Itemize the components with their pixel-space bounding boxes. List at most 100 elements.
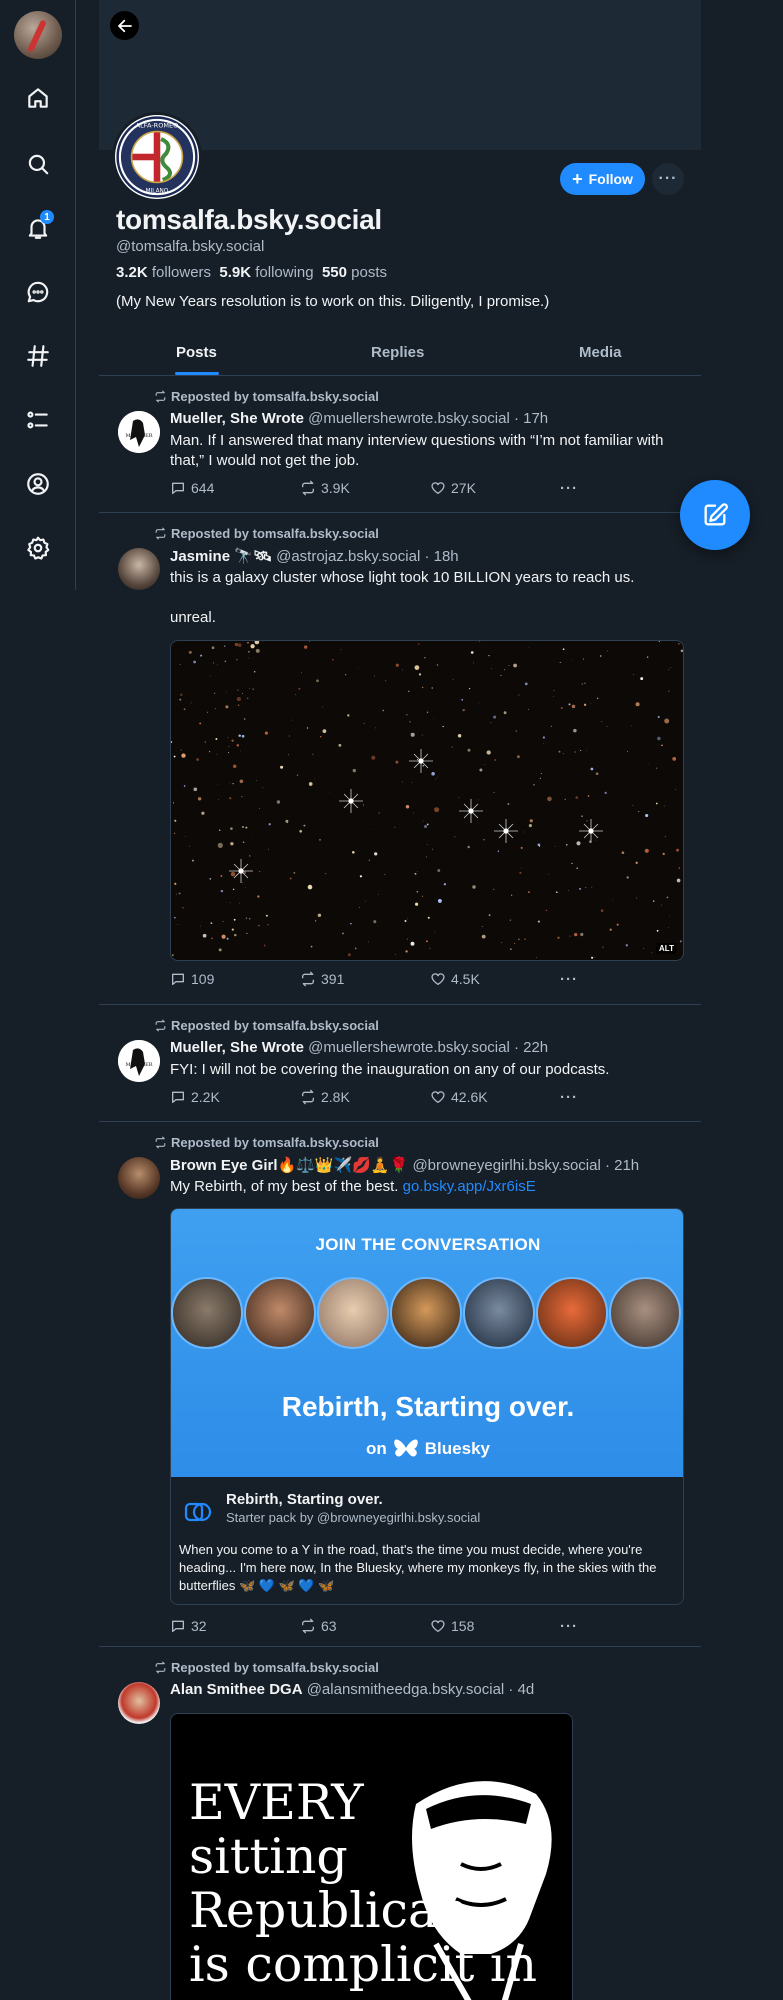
post-more-button[interactable]: ··· xyxy=(560,1618,578,1635)
feed-post[interactable]: Reposted by tomsalfa.bsky.social Brown E… xyxy=(99,1122,701,1647)
posts-stat: 550 posts xyxy=(321,264,388,281)
profile-more-button[interactable]: ··· xyxy=(652,163,684,195)
repost-icon xyxy=(155,1019,166,1032)
repost-indicator[interactable]: Reposted by tomsalfa.bsky.social xyxy=(154,1660,379,1675)
tab-media[interactable]: Media xyxy=(579,344,622,361)
member-avatar xyxy=(536,1277,608,1349)
post-more-button[interactable]: ··· xyxy=(560,971,578,988)
like-button[interactable]: 4.5K xyxy=(430,971,480,987)
author-avatar[interactable] xyxy=(118,1682,160,1724)
like-button[interactable]: 158 xyxy=(430,1618,474,1634)
author-avatar[interactable]: MUELLER xyxy=(118,1040,160,1082)
post-image-political-poster[interactable]: EVERY sitting Republican is complicit in xyxy=(170,1713,573,2000)
home-icon[interactable] xyxy=(20,80,56,116)
like-button[interactable]: 27K xyxy=(430,480,476,496)
repost-indicator[interactable]: Reposted by tomsalfa.bsky.social xyxy=(154,1018,379,1033)
profile-display-name: tomsalfa.bsky.social xyxy=(116,204,382,235)
feeds-hashtag-icon[interactable] xyxy=(20,338,56,374)
post-text: My Rebirth, of my best of the best. go.b… xyxy=(170,1178,536,1195)
post-author[interactable]: Mueller, She Wrote @muellershewrote.bsky… xyxy=(170,410,548,427)
member-avatar xyxy=(463,1277,535,1349)
following-stat[interactable]: 5.9K following xyxy=(219,264,313,281)
like-button[interactable]: 42.6K xyxy=(430,1089,488,1105)
settings-gear-icon[interactable] xyxy=(20,530,56,566)
profile-tabs: Posts Replies Media xyxy=(99,332,701,376)
follow-button[interactable]: + Follow xyxy=(560,163,645,195)
reply-button[interactable]: 2.2K xyxy=(170,1089,220,1105)
starter-pack-details: Rebirth, Starting over. Starter pack by … xyxy=(171,1477,683,1604)
repost-button[interactable]: 2.8K xyxy=(300,1089,350,1105)
starter-pack-banner-image: JOIN THE CONVERSATION Rebirth, Starting … xyxy=(171,1209,683,1477)
reply-button[interactable]: 109 xyxy=(170,971,214,987)
post-text: this is a galaxy cluster whose light too… xyxy=(170,569,635,586)
starter-pack-icon xyxy=(184,1502,212,1522)
svg-text:MUELLER: MUELLER xyxy=(125,1062,152,1068)
member-avatar xyxy=(609,1277,681,1349)
post-actions: 2.2K 2.8K 42.6K ··· xyxy=(170,1089,600,1109)
lists-icon[interactable] xyxy=(20,402,56,438)
post-image-galaxy-cluster[interactable]: ALT xyxy=(170,640,684,961)
feed-post[interactable]: Reposted by tomsalfa.bsky.social MUELLER… xyxy=(99,376,701,513)
starter-pack-embed[interactable]: JOIN THE CONVERSATION Rebirth, Starting … xyxy=(170,1208,684,1605)
active-tab-indicator xyxy=(175,372,219,375)
back-button[interactable] xyxy=(110,11,139,40)
feed-post[interactable]: Reposted by tomsalfa.bsky.social Jasmine… xyxy=(99,513,701,1005)
tab-replies[interactable]: Replies xyxy=(371,344,424,361)
compose-post-button[interactable] xyxy=(680,480,750,550)
post-link[interactable]: go.bsky.app/Jxr6isE xyxy=(403,1178,536,1195)
post-more-button[interactable]: ··· xyxy=(560,1089,578,1106)
starter-pack-faces xyxy=(171,1277,683,1353)
repost-icon xyxy=(155,1661,166,1674)
post-actions: 32 63 158 ··· xyxy=(170,1618,600,1638)
starter-pack-description: When you come to a Y in the road, that's… xyxy=(179,1542,657,1593)
post-author[interactable]: Jasmine 🔭🛰 @astrojaz.bsky.social · 18h xyxy=(170,547,459,565)
member-avatar xyxy=(390,1277,462,1349)
poster-text: EVERY sitting Republican is complicit in xyxy=(189,1774,538,1993)
alt-text-badge[interactable]: ALT xyxy=(656,943,677,954)
post-author[interactable]: Mueller, She Wrote @muellershewrote.bsky… xyxy=(170,1039,548,1056)
chat-icon[interactable] xyxy=(20,274,56,310)
search-icon[interactable] xyxy=(20,146,56,182)
repost-button[interactable]: 3.9K xyxy=(300,480,350,496)
svg-text:ALFA-ROMEO: ALFA-ROMEO xyxy=(136,121,179,129)
post-author[interactable]: Alan Smithee DGA @alansmitheedga.bsky.so… xyxy=(170,1681,534,1698)
starter-pack-subtitle: Starter pack by @browneyegirlhi.bsky.soc… xyxy=(226,1510,481,1525)
left-nav-rail: 1 xyxy=(0,0,76,590)
feed-post[interactable]: Reposted by tomsalfa.bsky.social Alan Sm… xyxy=(99,1647,701,2000)
current-user-avatar[interactable] xyxy=(14,11,62,59)
repost-icon xyxy=(155,1136,166,1149)
profile-stats: 3.2K followers 5.9K following 550 posts xyxy=(116,264,387,281)
svg-text:MILANO: MILANO xyxy=(146,188,169,194)
post-text: FYI: I will not be covering the inaugura… xyxy=(170,1061,610,1078)
post-more-button[interactable]: ··· xyxy=(560,480,578,497)
followers-stat[interactable]: 3.2K followers xyxy=(116,264,211,281)
repost-button[interactable]: 63 xyxy=(300,1618,337,1634)
profile-avatar[interactable]: ALFA-ROMEO MILANO xyxy=(112,112,202,202)
feed-post[interactable]: Reposted by tomsalfa.bsky.social MUELLER… xyxy=(99,1005,701,1122)
post-actions: 109 391 4.5K ··· xyxy=(170,971,600,991)
notification-badge: 1 xyxy=(40,210,54,224)
author-avatar[interactable] xyxy=(118,548,160,590)
reply-button[interactable]: 32 xyxy=(170,1618,207,1634)
butterfly-icon xyxy=(393,1439,418,1457)
starter-pack-title: Rebirth, Starting over. xyxy=(226,1491,383,1508)
post-author[interactable]: Brown Eye Girl🔥⚖️👑✈️💋🧘🌹 @browneyegirlhi.… xyxy=(170,1156,639,1174)
post-text: Man. If I answered that many interview q… xyxy=(170,432,664,469)
repost-button[interactable]: 391 xyxy=(300,971,344,987)
repost-icon xyxy=(155,390,166,403)
repost-indicator[interactable]: Reposted by tomsalfa.bsky.social xyxy=(154,389,379,404)
svg-text:MUELLER: MUELLER xyxy=(125,433,152,439)
reply-button[interactable]: 644 xyxy=(170,480,214,496)
member-avatar xyxy=(171,1277,243,1349)
alfa-romeo-logo-icon: ALFA-ROMEO MILANO xyxy=(116,116,198,198)
repost-indicator[interactable]: Reposted by tomsalfa.bsky.social xyxy=(154,1135,379,1150)
author-avatar[interactable] xyxy=(118,1157,160,1199)
tab-posts[interactable]: Posts xyxy=(176,344,217,361)
author-avatar[interactable]: MUELLER xyxy=(118,411,160,453)
notifications-bell-icon[interactable]: 1 xyxy=(20,210,56,246)
profile-icon[interactable] xyxy=(20,466,56,502)
embed-headline: Rebirth, Starting over. xyxy=(281,1391,575,1422)
repost-indicator[interactable]: Reposted by tomsalfa.bsky.social xyxy=(154,526,379,541)
galaxy-starfield xyxy=(171,641,683,959)
profile-handle: @tomsalfa.bsky.social xyxy=(116,238,265,255)
